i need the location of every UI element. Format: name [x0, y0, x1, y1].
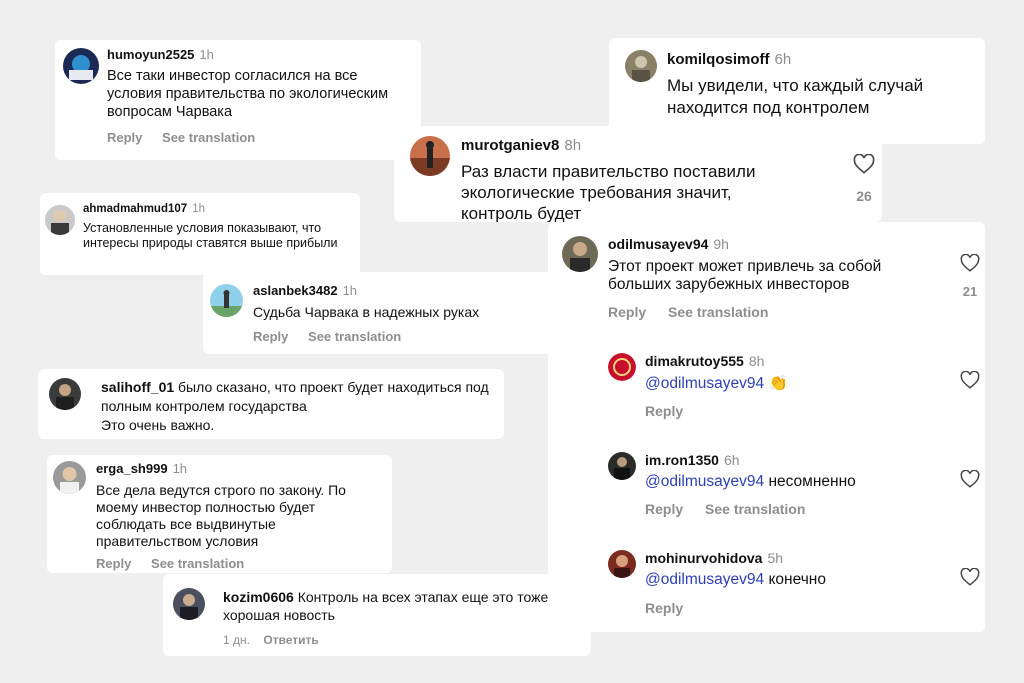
username[interactable]: humoyun2525 1h — [107, 47, 214, 62]
avatar[interactable] — [49, 378, 81, 410]
comment-card-ahmadmahmud107: ahmadmahmud107 1h Установленные условия п… — [40, 193, 360, 275]
mention-link[interactable]: @odilmusayev94 — [645, 571, 764, 588]
comment-actions: Reply See translation — [645, 501, 805, 517]
see-translation-button[interactable]: See translation — [151, 556, 244, 571]
comment-text: Установленные условия показывают, что ин… — [83, 221, 338, 250]
reply-button[interactable]: Reply — [107, 130, 142, 145]
comment-text: Судьба Чарвака в надежных руках — [253, 304, 480, 320]
timestamp: 9h — [713, 236, 729, 252]
heart-outline-icon — [960, 470, 980, 488]
heart-outline-icon — [960, 254, 980, 272]
username[interactable]: aslanbek3482 1h — [253, 283, 357, 298]
comment-text: kozim0606 Контроль на всех этапах еще эт… — [223, 589, 549, 623]
comment-actions: Reply See translation — [96, 556, 244, 571]
comment-card-aslanbek3482: aslanbek3482 1h Судьба Чарвака в надежных… — [203, 272, 555, 354]
comment-actions: Reply — [645, 600, 683, 616]
username[interactable]: ahmadmahmud107 1h — [83, 203, 205, 215]
reply-text: @odilmusayev94 конечно — [645, 571, 826, 588]
comment-card-kozim0606: kozim0606 Контроль на всех этапах еще эт… — [163, 574, 591, 656]
mention-link[interactable]: @odilmusayev94 — [645, 375, 764, 392]
comment-text: Раз власти правительство поставили эколо… — [461, 162, 756, 222]
like-button[interactable] — [960, 568, 980, 586]
timestamp: 1h — [172, 461, 188, 476]
reply-button[interactable]: Reply — [608, 304, 646, 320]
comment-card-humoyun2525: humoyun2525 1h Все таки инвестор согласил… — [55, 40, 421, 160]
comment-text: salihoff_01 было сказано, что проект буд… — [101, 379, 489, 433]
timestamp: 1 дн. — [223, 633, 250, 647]
see-translation-button[interactable]: See translation — [162, 130, 255, 145]
avatar[interactable] — [63, 48, 99, 84]
like-button[interactable] — [853, 154, 875, 174]
heart-outline-icon — [960, 568, 980, 586]
reply-button[interactable]: Reply — [645, 403, 683, 419]
see-translation-button[interactable]: See translation — [308, 329, 401, 344]
avatar[interactable] — [45, 205, 75, 235]
comment-card-salihoff-01: salihoff_01 было сказано, что проект буд… — [38, 369, 504, 439]
see-translation-button[interactable]: See translation — [668, 304, 768, 320]
reply-text: @odilmusayev94 несомненно — [645, 473, 856, 490]
like-button[interactable] — [960, 470, 980, 488]
avatar[interactable] — [210, 284, 243, 317]
comment-actions: Reply See translation — [107, 130, 255, 145]
timestamp: 1h — [192, 203, 205, 215]
username[interactable]: komilqosimoff 6h — [667, 51, 791, 68]
timestamp: 6h — [723, 452, 740, 468]
comment-actions: Reply — [645, 403, 683, 419]
like-count: 26 — [856, 188, 872, 204]
comment-card-erga-sh999: erga_sh999 1h Все дела ведутся строго по … — [47, 455, 392, 573]
avatar[interactable] — [608, 550, 636, 578]
reply-button[interactable]: Reply — [645, 501, 683, 517]
avatar[interactable] — [562, 236, 598, 272]
comment-text: Все таки инвестор согласился на все усло… — [107, 68, 389, 120]
avatar[interactable] — [608, 452, 636, 480]
username[interactable]: dimakrutoy555 8h — [645, 353, 764, 369]
reply-button[interactable]: Reply — [253, 329, 288, 344]
avatar[interactable] — [608, 353, 636, 381]
avatar[interactable] — [625, 50, 657, 82]
like-count: 21 — [962, 284, 978, 299]
like-button[interactable] — [960, 371, 980, 389]
username[interactable]: erga_sh999 1h — [96, 461, 187, 476]
heart-outline-icon — [960, 371, 980, 389]
clap-emoji: 👏 — [768, 375, 788, 392]
mention-link[interactable]: @odilmusayev94 — [645, 473, 764, 490]
heart-outline-icon — [853, 154, 875, 174]
username[interactable]: odilmusayev94 9h — [608, 236, 729, 252]
like-button[interactable] — [960, 254, 980, 272]
comment-text: Все дела ведутся строго по закону. По мо… — [96, 482, 346, 549]
comment-card-murotganiev8: murotganiev8 8h Раз власти правительство … — [394, 126, 882, 222]
reply-button[interactable]: Ответить — [263, 633, 318, 647]
avatar[interactable] — [53, 461, 86, 494]
username[interactable]: im.ron1350 6h — [645, 452, 740, 468]
avatar[interactable] — [410, 136, 450, 176]
reply-button[interactable]: Reply — [645, 600, 683, 616]
username[interactable]: murotganiev8 8h — [461, 137, 581, 154]
comment-thread-odilmusayev94: odilmusayev94 9h Этот проект может привле… — [548, 222, 985, 632]
comment-actions: Reply See translation — [608, 304, 768, 320]
reply-text: @odilmusayev94 👏 — [645, 374, 788, 393]
timestamp: 6h — [774, 51, 792, 68]
comment-text: Этот проект может привлечь за собой боль… — [608, 258, 882, 293]
timestamp: 8h — [748, 353, 765, 369]
comment-actions: Reply See translation — [253, 329, 401, 344]
timestamp: 8h — [564, 137, 582, 154]
username[interactable]: salihoff_01 — [101, 379, 174, 395]
see-translation-button[interactable]: See translation — [705, 501, 805, 517]
timestamp: 1h — [199, 47, 214, 62]
username[interactable]: mohinurvohidova 5h — [645, 550, 783, 566]
timestamp: 5h — [767, 550, 784, 566]
reply-button[interactable]: Reply — [96, 556, 131, 571]
comment-actions: 1 дн. Ответить — [223, 633, 319, 647]
username[interactable]: kozim0606 — [223, 589, 294, 605]
avatar[interactable] — [173, 588, 205, 620]
timestamp: 1h — [342, 283, 358, 298]
